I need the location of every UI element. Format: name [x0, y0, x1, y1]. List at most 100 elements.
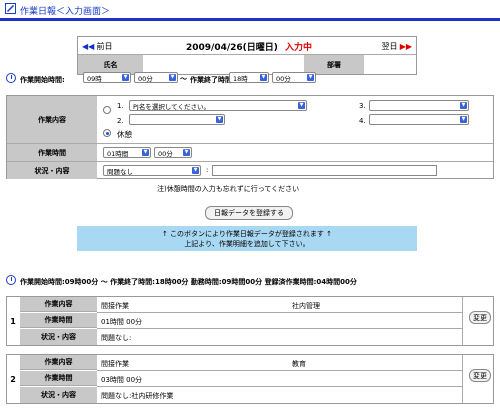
entry-2-time: 03時間 00分	[101, 376, 143, 384]
rest-label: 休憩	[117, 130, 132, 139]
start-min-value: 00分	[138, 74, 153, 83]
entry-2-content-1: 間接作業	[101, 360, 129, 368]
project-select-1[interactable]: PJ名を選択してください。 ▼	[129, 100, 307, 111]
start-time-label: 作業開始時間:	[20, 76, 65, 84]
worktime-min-select[interactable]: 00分 ▼	[154, 147, 192, 158]
project-select-2[interactable]: ▼	[129, 114, 225, 125]
start-min-select[interactable]: 00分 ▼	[134, 72, 178, 83]
status-detail-input[interactable]	[212, 165, 437, 176]
register-button[interactable]: 日報データを登録する	[205, 206, 293, 220]
chevron-down-icon: ▼	[298, 102, 305, 109]
chevron-down-icon: ▼	[460, 116, 467, 123]
status-badge: 入力中	[285, 43, 313, 53]
worktime-label-cell: 作業時間	[7, 144, 97, 161]
entry-2-row-divider	[97, 370, 462, 371]
entry-2-status-label: 状況・内容	[20, 387, 97, 403]
info-box: ↑ このボタンにより作業日報データが登録されます ↑ 上記より、作業明細を追加し…	[77, 226, 417, 251]
end-hour-value: 18時	[233, 74, 248, 83]
entry-1-content-label: 作業内容	[20, 297, 97, 312]
entry-1-time-label: 作業時間	[20, 313, 97, 328]
project-radio[interactable]	[103, 106, 111, 114]
end-hour-select[interactable]: 18時 ▼	[229, 72, 269, 83]
slot-4-number: 4.	[359, 117, 366, 125]
entry-1-number: 1	[10, 316, 16, 326]
entry-2-status: 問題なし:社内研修作業	[101, 392, 174, 400]
status-row: 状況・内容 問題なし ▼ :	[7, 162, 493, 179]
worktime-label: 作業時間	[38, 148, 66, 157]
entry-2-content-2: 教育	[292, 360, 306, 368]
prev-day-label: 前日	[96, 42, 113, 51]
dept-label: 部署	[327, 60, 341, 69]
current-date: 2009/04/26(日曜日) 入力中	[186, 40, 312, 53]
chevron-down-icon: ▼	[169, 74, 176, 81]
worktime-min-value: 00分	[158, 149, 173, 158]
chevron-down-icon: ▼	[307, 74, 314, 81]
start-hour-select[interactable]: 09時 ▼	[83, 72, 131, 83]
date-text: 2009/04/26(日曜日)	[186, 43, 278, 53]
slot-2-number: 2.	[117, 117, 124, 125]
time-range-tilde: 〜	[180, 75, 187, 83]
rest-radio[interactable]	[103, 129, 111, 137]
clock-icon	[6, 275, 16, 285]
chevron-down-icon: ▼	[183, 149, 190, 156]
page-title: 作業日報＜入力画面＞	[20, 7, 111, 17]
summary-text: 作業開始時間:09時00分 〜 作業終了時間:18時00分 勤務時間:09時間0…	[20, 278, 357, 286]
status-label: 状況・内容	[34, 166, 70, 175]
chevron-down-icon: ▼	[260, 74, 267, 81]
chevron-down-icon: ▼	[122, 74, 129, 81]
entry-2-row-divider	[97, 386, 462, 387]
entry-1-row-divider	[97, 328, 462, 329]
next-day-link[interactable]: 翌日 ▶▶	[381, 41, 412, 52]
rest-note: 注)休憩時間の入力も忘れずに行ってください	[157, 185, 300, 193]
status-colon: :	[206, 166, 209, 174]
entry-card-2: 2 作業内容 間接作業 教育 作業時間 03時間 00分 状況・内容 問題なし:…	[6, 354, 494, 404]
content-row: 作業内容 1. PJ名を選択してください。 ▼ 2. ▼ 3. ▼ 4. ▼ 休憩	[7, 96, 493, 144]
next-day-label: 翌日	[381, 42, 398, 51]
double-left-arrow-icon: ◀◀	[82, 42, 95, 51]
entry-1-status-label: 状況・内容	[20, 329, 97, 345]
work-entry-form: 作業内容 1. PJ名を選択してください。 ▼ 2. ▼ 3. ▼ 4. ▼ 休憩…	[6, 95, 494, 179]
slot-1-number: 1.	[117, 102, 124, 110]
prev-day-link[interactable]: ◀◀ 前日	[82, 41, 113, 52]
info-line-1: ↑ このボタンにより作業日報データが登録されます ↑	[161, 230, 333, 238]
entry-1-content-1: 間接作業	[101, 302, 129, 310]
slot-3-number: 3.	[359, 102, 366, 110]
end-min-select[interactable]: 00分 ▼	[272, 72, 316, 83]
double-right-arrow-icon: ▶▶	[399, 42, 412, 51]
entry-2-col-divider	[462, 355, 463, 403]
entry-2-number: 2	[10, 374, 16, 384]
content-label-cell: 作業内容	[7, 96, 97, 143]
clock-icon	[6, 73, 16, 83]
name-label: 氏名	[103, 60, 118, 69]
entry-1-content-2: 社内管理	[292, 302, 320, 310]
chevron-down-icon: ▼	[192, 167, 199, 174]
info-line-2: 上記より、作業明細を追加して下さい。	[184, 240, 310, 248]
status-select-value: 問題なし	[107, 167, 133, 176]
entry-2-time-label: 作業時間	[20, 371, 97, 386]
project-select-1-value: PJ名を選択してください。	[133, 102, 210, 111]
edit-button-1[interactable]: 変更	[469, 311, 491, 324]
chevron-down-icon: ▼	[142, 149, 149, 156]
entry-1-row-divider	[97, 312, 462, 313]
project-select-4[interactable]: ▼	[369, 114, 469, 125]
status-label-cell: 状況・内容	[7, 162, 97, 179]
header-divider	[0, 18, 500, 21]
worktime-hour-select[interactable]: 01時間 ▼	[103, 147, 151, 158]
date-nav-row: ◀◀ 前日 2009/04/26(日曜日) 入力中 翌日 ▶▶	[78, 37, 416, 55]
pencil-icon	[5, 3, 16, 14]
entry-1-status: 問題なし:	[101, 334, 132, 342]
start-hour-value: 09時	[87, 74, 102, 83]
entry-1-col-divider	[462, 297, 463, 345]
chevron-down-icon: ▼	[216, 116, 223, 123]
end-min-value: 00分	[276, 74, 291, 83]
worktime-row: 作業時間 01時間 ▼ 00分 ▼	[7, 144, 493, 162]
edit-button-2[interactable]: 変更	[469, 369, 491, 382]
date-nav-panel: ◀◀ 前日 2009/04/26(日曜日) 入力中 翌日 ▶▶ 氏名 部署	[77, 36, 417, 75]
content-label: 作業内容	[38, 115, 66, 124]
entry-1-time: 01時間 00分	[101, 318, 143, 326]
status-select[interactable]: 問題なし ▼	[103, 165, 201, 176]
worktime-hour-value: 01時間	[107, 149, 129, 158]
entry-card-1: 1 作業内容 間接作業 社内管理 作業時間 01時間 00分 状況・内容 問題な…	[6, 296, 494, 346]
project-select-3[interactable]: ▼	[369, 100, 469, 111]
chevron-down-icon: ▼	[460, 102, 467, 109]
